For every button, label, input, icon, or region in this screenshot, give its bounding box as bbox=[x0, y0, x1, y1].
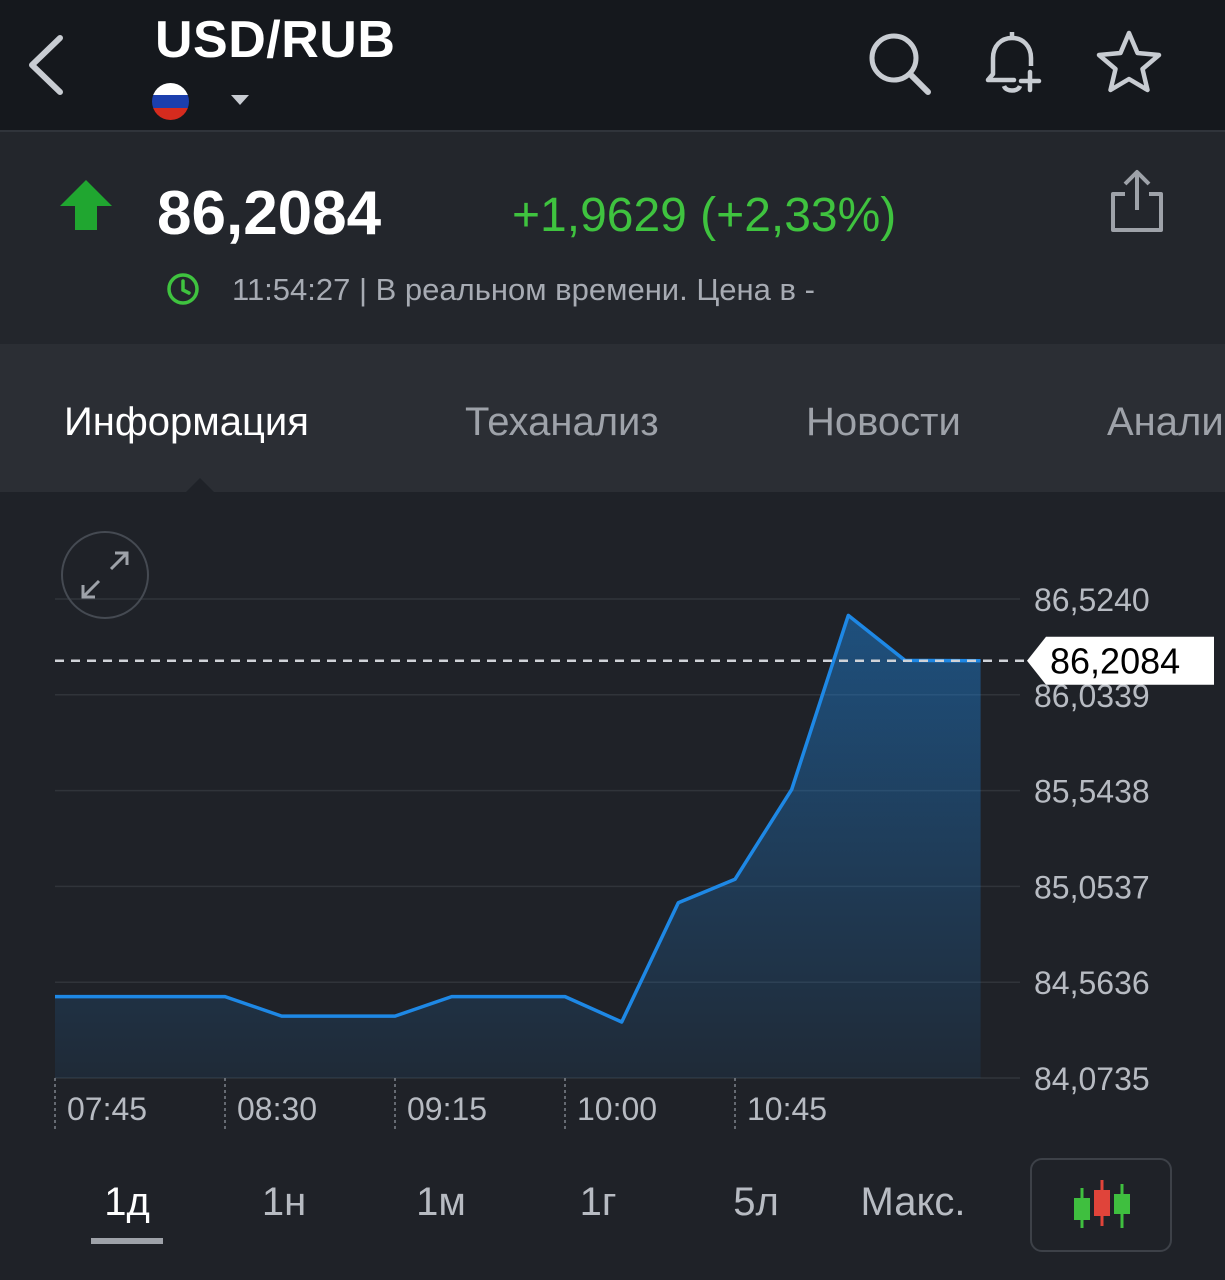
expand-arrows-icon bbox=[81, 551, 129, 599]
range-1y-button[interactable]: 1г bbox=[580, 1180, 617, 1225]
x-tick-label: 07:45 bbox=[67, 1091, 147, 1127]
last-price: 86,2084 bbox=[157, 179, 382, 248]
range-1w-button[interactable]: 1н bbox=[262, 1180, 306, 1225]
instrument-title: USD/RUB bbox=[155, 11, 396, 69]
range-5y-button[interactable]: 5л bbox=[733, 1180, 779, 1225]
tab-news[interactable]: Новости bbox=[806, 400, 961, 445]
bell-plus-icon[interactable] bbox=[978, 28, 1048, 98]
arrow-up-icon bbox=[60, 180, 112, 230]
y-tick-label: 85,0537 bbox=[1034, 869, 1150, 905]
range-1d-button[interactable]: 1д bbox=[104, 1180, 150, 1225]
x-tick-label: 10:45 bbox=[747, 1091, 827, 1127]
tab-analysis[interactable]: Анали bbox=[1107, 400, 1224, 445]
price-area-fill bbox=[55, 615, 981, 1078]
caret-down-icon[interactable] bbox=[230, 93, 250, 107]
expand-chart-button[interactable] bbox=[61, 531, 149, 619]
x-tick-label: 08:30 bbox=[237, 1091, 317, 1127]
share-icon[interactable] bbox=[1105, 168, 1169, 236]
price-chart[interactable]: 07:45 08:30 09:15 10:00 10:45 86,524086,0339… bbox=[0, 492, 1225, 1142]
search-icon[interactable] bbox=[864, 28, 934, 98]
section-tabs: Информация Теханализ Новости Анали bbox=[0, 344, 1225, 492]
russia-flag-icon bbox=[152, 83, 189, 120]
y-tick-label: 86,5240 bbox=[1034, 582, 1150, 618]
quote-time-status: 11:54:27 | В реальном времени. Цена в - bbox=[232, 272, 815, 307]
star-icon[interactable] bbox=[1094, 28, 1164, 98]
price-change: +1,9629 (+2,33%) bbox=[512, 189, 897, 242]
candlestick-icon bbox=[1074, 1180, 1130, 1228]
y-tick-label: 84,0735 bbox=[1034, 1061, 1150, 1097]
range-1m-button[interactable]: 1м bbox=[416, 1180, 466, 1225]
chart-type-button[interactable] bbox=[1030, 1158, 1172, 1252]
current-price-label: 86,2084 bbox=[1050, 641, 1180, 682]
tab-technical-analysis[interactable]: Теханализ bbox=[465, 400, 659, 445]
x-tick-label: 09:15 bbox=[407, 1091, 487, 1127]
x-tick-label: 10:00 bbox=[577, 1091, 657, 1127]
y-tick-label: 84,5636 bbox=[1034, 965, 1150, 1001]
active-range-underline bbox=[91, 1238, 163, 1244]
top-bar: USD/RUB bbox=[0, 0, 1225, 132]
tab-information[interactable]: Информация bbox=[64, 400, 309, 445]
y-tick-label: 85,5438 bbox=[1034, 774, 1150, 810]
clock-icon bbox=[167, 273, 199, 305]
back-button[interactable] bbox=[22, 30, 72, 100]
range-max-button[interactable]: Макс. bbox=[860, 1180, 965, 1225]
